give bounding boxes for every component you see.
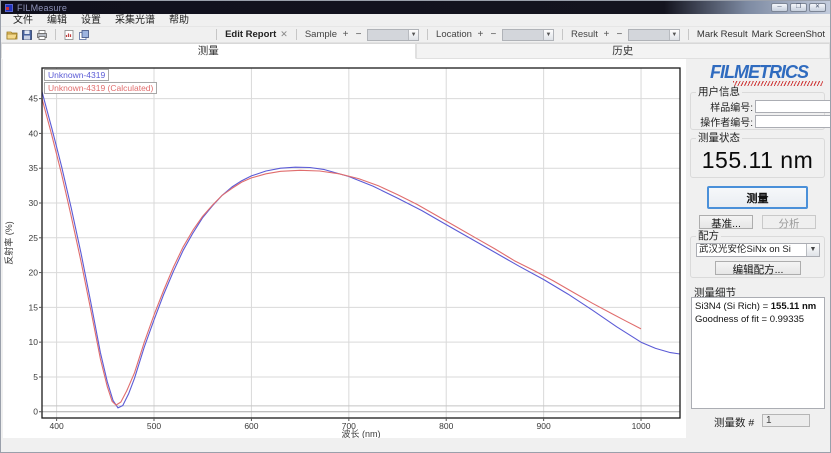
measure-count-field[interactable]: [762, 414, 810, 427]
svg-text:500: 500: [147, 421, 161, 431]
tab-measure[interactable]: 测量: [1, 43, 416, 59]
svg-text:800: 800: [439, 421, 453, 431]
location-add-button[interactable]: +: [476, 29, 485, 40]
main-area: 4005006007008009001000051015202530354045…: [1, 59, 830, 453]
toolbar: Edit Report ✕ Sample + − ▼ Location + − …: [1, 27, 830, 43]
edit-report-button[interactable]: Edit Report: [225, 29, 276, 40]
sample-remove-button[interactable]: −: [354, 29, 363, 40]
app-icon: [5, 4, 13, 12]
svg-text:30: 30: [29, 198, 39, 208]
chevron-down-icon: ▼: [669, 30, 679, 40]
location-select[interactable]: ▼: [502, 29, 554, 41]
svg-text:35: 35: [29, 163, 39, 173]
svg-text:波长 (nm): 波长 (nm): [342, 428, 381, 438]
measure-status-group: 测量状态 155.11 nm: [690, 138, 825, 178]
recipe-group: 配方 武汉光安伦SiNx on Si ▼ 编辑配方...: [690, 236, 825, 278]
measure-count-label: 测量数 #: [714, 415, 754, 430]
mark-result-button[interactable]: Mark Result: [697, 29, 748, 40]
result-label: Result: [571, 29, 598, 40]
menu-file[interactable]: 文件: [7, 14, 39, 27]
logo-hatch-decoration: [733, 81, 823, 86]
side-panel: FILMETRICS 用户信息 样品编号: 操作者编号: 测量状态 155.11…: [686, 59, 828, 453]
measure-details-list[interactable]: Si3N4 (Si Rich) = 155.11 nm Goodness of …: [691, 297, 825, 409]
titlebar: FILMeasure ─ ❐ ✕: [1, 1, 830, 14]
result-select[interactable]: ▼: [628, 29, 680, 41]
sample-select[interactable]: ▼: [367, 29, 419, 41]
tabstrip: 测量 历史: [1, 43, 830, 59]
edit-report-close-icon[interactable]: ✕: [280, 29, 288, 40]
svg-text:10: 10: [29, 337, 39, 347]
chevron-down-icon: ▼: [408, 30, 418, 40]
baseline-button[interactable]: 基准...: [699, 215, 753, 229]
chevron-down-icon: ▼: [806, 244, 819, 256]
location-remove-button[interactable]: −: [489, 29, 498, 40]
svg-text:0: 0: [33, 407, 38, 417]
menu-settings[interactable]: 设置: [75, 14, 107, 27]
svg-text:600: 600: [244, 421, 258, 431]
svg-text:900: 900: [537, 421, 551, 431]
tab-history[interactable]: 历史: [416, 43, 831, 59]
svg-text:15: 15: [29, 302, 39, 312]
minimize-button[interactable]: ─: [771, 3, 788, 12]
sample-add-button[interactable]: +: [341, 29, 350, 40]
operator-id-label: 操作者编号:: [697, 114, 753, 129]
filmetrics-logo: FILMETRICS: [691, 62, 827, 83]
save-icon[interactable]: [21, 29, 33, 41]
user-info-group: 用户信息 样品编号: 操作者编号:: [690, 92, 825, 130]
recipe-selected-value: 武汉光安伦SiNx on Si: [697, 244, 806, 256]
svg-text:1000: 1000: [632, 421, 651, 431]
svg-text:5: 5: [33, 372, 38, 382]
recipe-select[interactable]: 武汉光安伦SiNx on Si ▼: [696, 243, 820, 257]
chart-panel: 4005006007008009001000051015202530354045…: [3, 59, 686, 438]
sample-id-field[interactable]: [755, 100, 831, 113]
svg-text:25: 25: [29, 233, 39, 243]
svg-text:反射率 (%): 反射率 (%): [3, 221, 14, 265]
location-label: Location: [436, 29, 472, 40]
operator-id-field[interactable]: [755, 115, 831, 128]
report-icon[interactable]: [63, 29, 75, 41]
report-controls: Edit Report ✕ Sample + − ▼ Location + − …: [212, 29, 825, 41]
svg-text:45: 45: [29, 94, 39, 104]
reflectance-spectrum-chart: 4005006007008009001000051015202530354045…: [3, 59, 686, 438]
close-button[interactable]: ✕: [809, 3, 826, 12]
copy-icon[interactable]: [78, 29, 90, 41]
legend-measured: Unknown-4319: [44, 69, 109, 81]
chevron-down-icon: ▼: [543, 30, 553, 40]
sample-label: Sample: [305, 29, 337, 40]
app-window: FILMeasure ─ ❐ ✕ 文件 编辑 设置 采集光谱 帮助: [0, 0, 831, 453]
toolbar-separator: [55, 29, 56, 40]
chart-legend: Unknown-4319 Unknown-4319 (Calculated): [44, 69, 157, 95]
print-icon[interactable]: [36, 29, 48, 41]
details-line-gof: Goodness of fit = 0.99335: [695, 313, 821, 326]
mark-screenshot-button[interactable]: Mark ScreenShot: [752, 29, 825, 40]
open-icon[interactable]: [6, 29, 18, 41]
details-line-film: Si3N4 (Si Rich) = 155.11 nm: [695, 300, 821, 313]
thickness-result: 155.11 nm: [691, 147, 824, 174]
menubar: 文件 编辑 设置 采集光谱 帮助: [1, 14, 830, 27]
toolbar-icons: [6, 29, 90, 41]
result-remove-button[interactable]: −: [615, 29, 624, 40]
svg-text:20: 20: [29, 268, 39, 278]
analyze-button[interactable]: 分析: [762, 215, 816, 229]
window-controls: ─ ❐ ✕: [771, 3, 826, 12]
svg-text:400: 400: [50, 421, 64, 431]
svg-text:40: 40: [29, 128, 39, 138]
measure-button[interactable]: 测量: [707, 186, 808, 209]
menu-help[interactable]: 帮助: [163, 14, 195, 27]
window-title: FILMeasure: [17, 3, 67, 13]
legend-calculated: Unknown-4319 (Calculated): [44, 82, 157, 94]
details-film-thickness: 155.11 nm: [771, 301, 816, 312]
menu-acquire-spectrum[interactable]: 采集光谱: [109, 14, 161, 27]
edit-recipe-button[interactable]: 编辑配方...: [715, 261, 801, 275]
menu-edit[interactable]: 编辑: [41, 14, 73, 27]
restore-button[interactable]: ❐: [790, 3, 807, 12]
sample-id-label: 样品编号:: [697, 99, 753, 114]
result-add-button[interactable]: +: [602, 29, 611, 40]
